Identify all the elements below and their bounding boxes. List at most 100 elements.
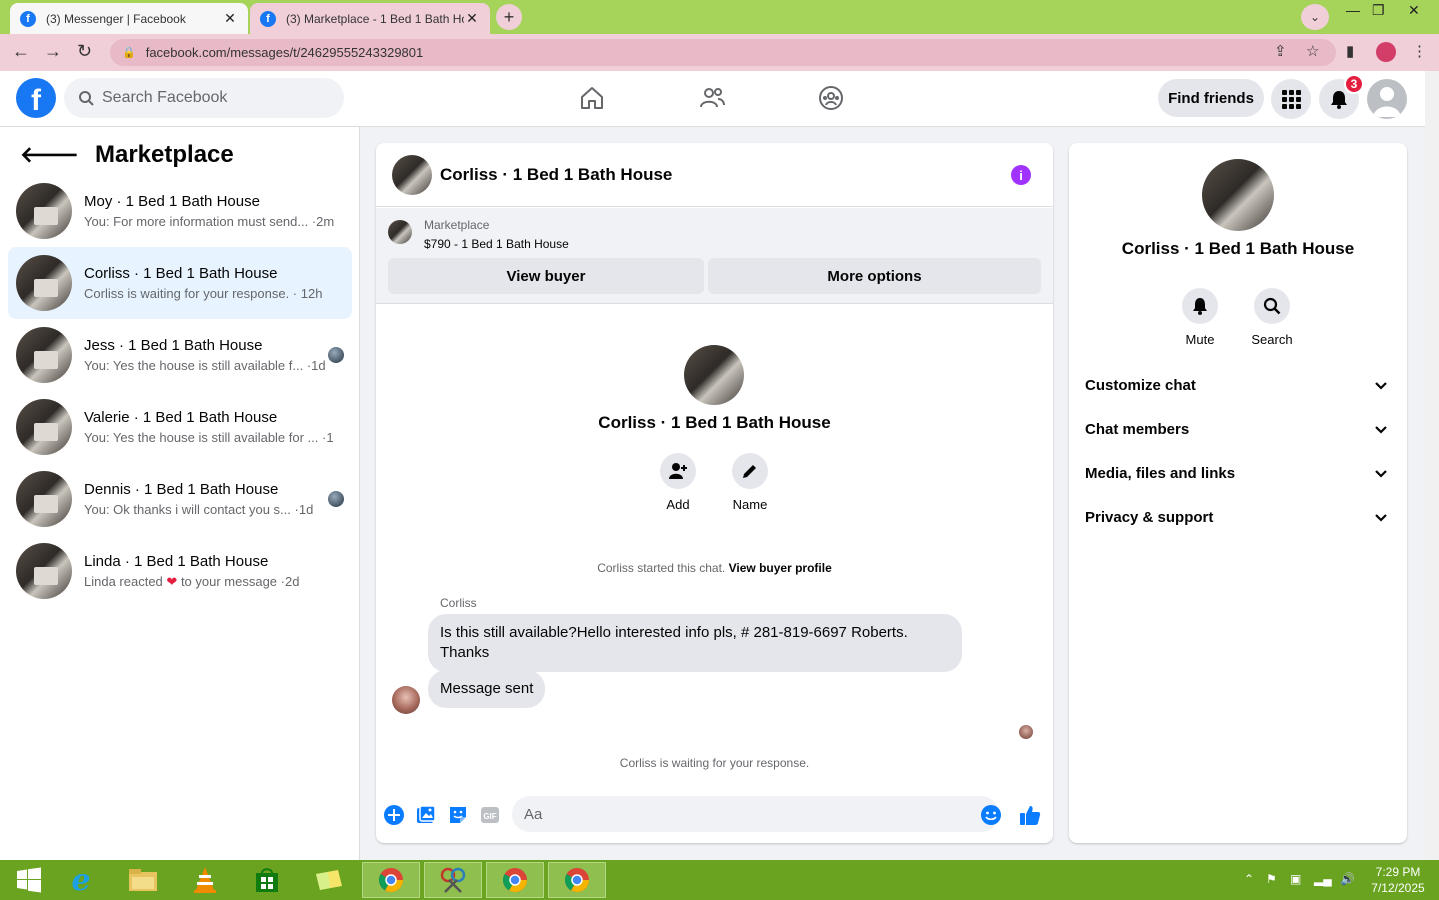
conversation-name: Dennis · 1 Bed 1 Bath House — [84, 481, 279, 498]
chevron-down-icon — [1375, 514, 1387, 522]
mute-action[interactable]: Mute — [1170, 288, 1230, 347]
gif-icon[interactable]: GIF — [479, 804, 501, 826]
menu-button[interactable] — [1271, 79, 1311, 119]
view-buyer-profile-link[interactable]: View buyer profile — [729, 561, 832, 575]
preview-text: Linda reacted — [84, 573, 163, 589]
snipping-tool-icon[interactable] — [424, 862, 482, 898]
flag-icon[interactable]: ⚑ — [1266, 872, 1277, 886]
address-bar[interactable]: 🔒 facebook.com/messages/t/24629555243329… — [110, 39, 1336, 66]
info-icon[interactable]: i — [1011, 165, 1031, 185]
back-arrow-icon[interactable]: 🡐 — [20, 142, 79, 168]
system-clock[interactable]: 7:29 PM 7/12/2025 — [1364, 864, 1432, 896]
chrome-taskbar-icon[interactable] — [486, 862, 544, 898]
show-hidden-icons[interactable]: ⌃ — [1244, 872, 1254, 886]
search-input[interactable] — [102, 89, 322, 107]
chat-members-section[interactable]: Chat members — [1077, 407, 1399, 451]
thumbs-up-icon[interactable] — [1019, 804, 1041, 826]
photo-icon[interactable] — [415, 804, 437, 826]
browser-tab-marketplace[interactable]: f (3) Marketplace - 1 Bed 1 Bath House ✕ — [250, 3, 490, 34]
contact-avatar — [1202, 159, 1274, 231]
facebook-logo[interactable]: f — [16, 78, 56, 118]
minimize-window-icon[interactable]: — — [1346, 2, 1360, 18]
groups-icon[interactable] — [818, 85, 844, 111]
listing-price-title[interactable]: $790 - 1 Bed 1 Bath House — [424, 237, 569, 251]
listing-thumbnail — [16, 471, 72, 527]
reload-icon[interactable]: ↻ — [77, 41, 92, 62]
conversation-item[interactable]: Jess · 1 Bed 1 Bath House You: Yes the h… — [8, 319, 352, 391]
close-tab-icon[interactable]: ✕ — [464, 10, 480, 27]
conversation-name: Linda · 1 Bed 1 Bath House — [84, 552, 269, 570]
close-tab-icon[interactable]: ✕ — [222, 10, 238, 27]
volume-icon[interactable]: 🔊 — [1340, 872, 1355, 886]
share-icon[interactable]: ⇪ — [1274, 42, 1287, 60]
emoji-icon[interactable] — [980, 804, 1002, 826]
browser-profile-avatar[interactable] — [1376, 42, 1396, 62]
contact-name: Corliss · 1 Bed 1 Bath House — [1121, 239, 1355, 258]
sticky-notes-icon[interactable] — [300, 862, 358, 898]
conversation-item-selected[interactable]: Corliss · 1 Bed 1 Bath House Corliss is … — [8, 247, 352, 319]
forward-icon[interactable]: → — [44, 41, 62, 62]
close-window-icon[interactable]: ✕ — [1408, 2, 1420, 19]
battery-icon[interactable]: ▣ — [1290, 872, 1301, 886]
bell-icon — [1193, 298, 1207, 315]
account-avatar[interactable] — [1367, 79, 1407, 119]
conversation-item[interactable]: Moy · 1 Bed 1 Bath House You: For more i… — [8, 175, 352, 247]
conversation-item[interactable]: Valerie · 1 Bed 1 Bath House You: Yes th… — [8, 391, 352, 463]
internet-explorer-icon[interactable]: e — [52, 862, 110, 898]
lock-icon: 🔒 — [122, 47, 136, 59]
file-explorer-icon[interactable] — [114, 862, 172, 898]
customize-chat-section[interactable]: Customize chat — [1077, 363, 1399, 407]
incoming-message[interactable]: Is this still available?Hello interested… — [428, 614, 962, 672]
started-text: Corliss started this chat. — [597, 561, 726, 575]
incoming-message[interactable]: Message sent — [428, 670, 546, 708]
panel-title: Marketplace — [95, 141, 234, 168]
tab-search-button[interactable]: ⌄ — [1301, 4, 1329, 30]
browser-menu-icon[interactable]: ⋮ — [1412, 42, 1427, 60]
bookmark-star-icon[interactable]: ☆ — [1306, 42, 1319, 60]
bell-icon — [1331, 91, 1347, 109]
chrome-taskbar-icon[interactable] — [362, 862, 420, 898]
conversation-preview: You: Yes the house is still available fo… — [84, 430, 334, 445]
notification-badge: 3 — [1344, 74, 1364, 94]
restore-window-icon[interactable]: ❐ — [1372, 2, 1385, 19]
privacy-support-section[interactable]: Privacy & support — [1077, 495, 1399, 539]
page-scrollbar[interactable] — [1425, 71, 1439, 860]
seen-avatar — [328, 347, 344, 363]
view-buyer-button[interactable]: View buyer — [388, 258, 704, 294]
home-icon[interactable] — [579, 85, 605, 111]
waiting-status: Corliss is waiting for your response. — [619, 756, 810, 770]
tab-title: (3) Marketplace - 1 Bed 1 Bath House — [286, 11, 464, 26]
message-input-box[interactable] — [512, 796, 999, 832]
friends-icon[interactable] — [699, 85, 725, 111]
facebook-header: f Find friends 3 — [0, 71, 1439, 127]
network-icon[interactable]: ▂▄ — [1314, 872, 1332, 886]
media-files-links-section[interactable]: Media, files and links — [1077, 451, 1399, 495]
sticker-icon[interactable] — [447, 804, 469, 826]
conversation-preview: You: Ok thanks i will contact you s... ·… — [84, 502, 314, 517]
start-button[interactable] — [0, 862, 58, 898]
tab-title: (3) Messenger | Facebook — [46, 11, 186, 26]
listing-thumbnail — [16, 183, 72, 239]
vlc-icon[interactable] — [176, 862, 234, 898]
listing-thumbnail — [16, 327, 72, 383]
add-person-action[interactable]: Add — [648, 453, 708, 512]
message-input[interactable] — [524, 805, 944, 823]
plus-circle-icon[interactable] — [383, 804, 405, 826]
side-panel-icon[interactable]: ▮ — [1346, 42, 1354, 60]
edit-name-action[interactable]: Name — [720, 453, 780, 512]
conversation-preview: Linda reacted ❤ to your message ·2d — [84, 574, 334, 590]
new-tab-button[interactable]: + — [496, 4, 522, 30]
more-options-button[interactable]: More options — [708, 258, 1041, 294]
chat-avatar[interactable] — [392, 154, 432, 195]
chrome-taskbar-icon[interactable] — [548, 862, 606, 898]
back-icon[interactable]: ← — [12, 41, 30, 62]
browser-tab-messenger[interactable]: f (3) Messenger | Facebook ✕ — [10, 3, 248, 34]
chat-title[interactable]: Corliss · 1 Bed 1 Bath House — [440, 165, 672, 185]
find-friends-button[interactable]: Find friends — [1158, 79, 1264, 117]
search-box[interactable] — [64, 78, 344, 118]
conversation-item[interactable]: Linda · 1 Bed 1 Bath House Linda reacted… — [8, 535, 352, 607]
clock-date: 7/12/2025 — [1371, 881, 1425, 895]
store-icon[interactable] — [238, 862, 296, 898]
conversation-item[interactable]: Dennis · 1 Bed 1 Bath House You: Ok than… — [8, 463, 352, 535]
search-action[interactable]: Search — [1242, 288, 1302, 347]
